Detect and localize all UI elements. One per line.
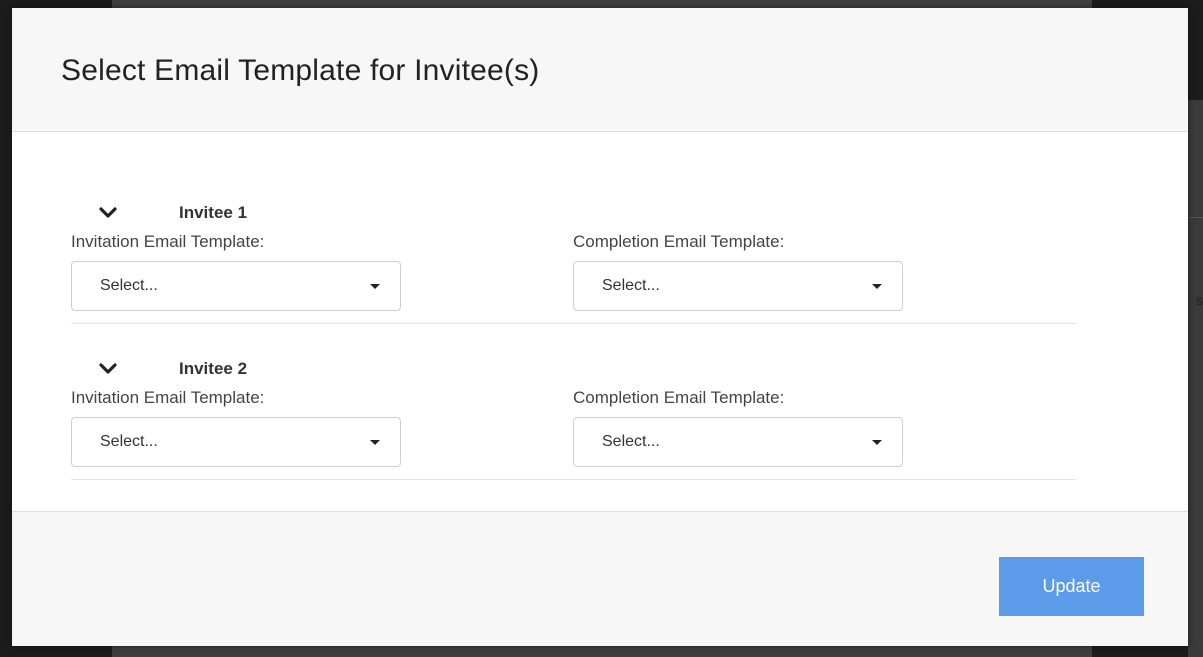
modal-title: Select Email Template for Invitee(s) [61, 54, 540, 87]
section-divider [71, 479, 1076, 480]
select-value: Select... [602, 277, 660, 294]
select-value: Select... [602, 433, 660, 450]
select-value: Select... [100, 433, 158, 450]
caret-down-icon [872, 284, 882, 289]
completion-template-label: Completion Email Template: [573, 232, 785, 251]
email-template-modal: Select Email Template for Invitee(s) Inv… [12, 8, 1188, 646]
caret-down-icon [872, 440, 882, 445]
invitee-title: Invitee 1 [179, 203, 248, 222]
completion-template-select[interactable]: Select... [573, 261, 903, 311]
update-button[interactable]: Update [999, 557, 1144, 616]
invitee-section: Invitee 1 Invitation Email Template: Sel… [71, 198, 1076, 324]
select-value: Select... [100, 277, 158, 294]
background-text-fragment: s [1196, 292, 1203, 308]
modal-body: Invitee 1 Invitation Email Template: Sel… [12, 132, 1188, 511]
invitation-template-label: Invitation Email Template: [71, 388, 265, 407]
section-divider [71, 323, 1076, 324]
invitation-template-select[interactable]: Select... [71, 417, 401, 467]
background-app-strip [1188, 100, 1203, 657]
invitation-template-label: Invitation Email Template: [71, 232, 265, 251]
caret-down-icon [370, 440, 380, 445]
modal-header: Select Email Template for Invitee(s) [12, 8, 1188, 132]
caret-down-icon [370, 284, 380, 289]
chevron-down-icon[interactable] [99, 206, 117, 220]
background-divider [1188, 217, 1203, 218]
modal-footer: Update [12, 511, 1188, 646]
completion-template-label: Completion Email Template: [573, 388, 785, 407]
invitation-template-select[interactable]: Select... [71, 261, 401, 311]
chevron-down-icon[interactable] [99, 362, 117, 376]
completion-template-select[interactable]: Select... [573, 417, 903, 467]
invitee-title: Invitee 2 [179, 359, 248, 378]
invitee-section: Invitee 2 Invitation Email Template: Sel… [71, 354, 1076, 480]
